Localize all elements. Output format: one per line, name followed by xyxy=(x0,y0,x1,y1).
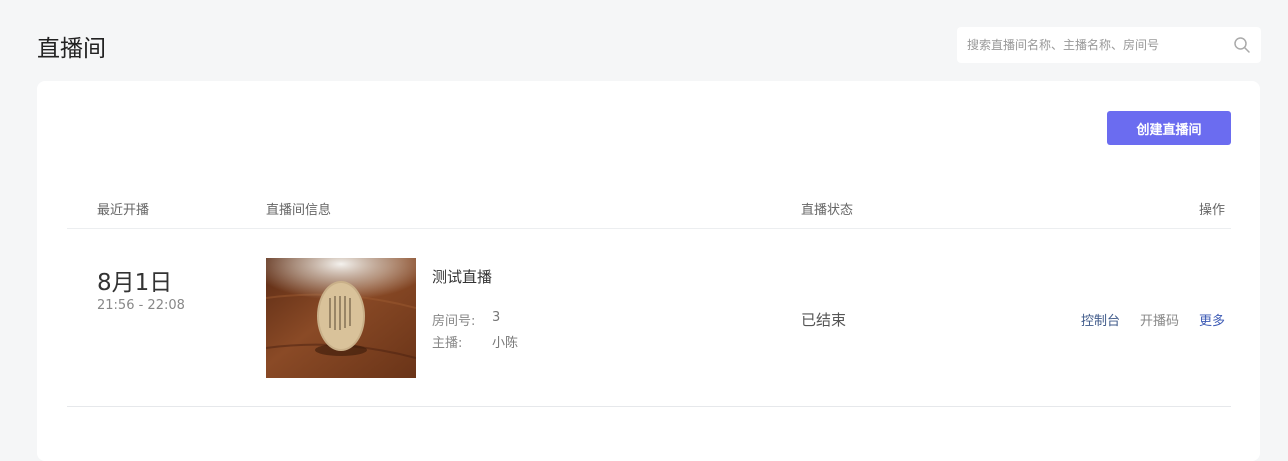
create-room-button[interactable]: 创建直播间 xyxy=(1107,111,1231,145)
room-number-field: 房间号: 3 xyxy=(432,310,500,329)
status-text: 已结束 xyxy=(801,311,847,329)
table-row: 8月1日 21:56 - 22:08 测试直播 房间号: 3 主播: 小陈 已结… xyxy=(67,229,1231,407)
page-title: 直播间 xyxy=(37,36,106,62)
stream-code-link[interactable]: 开播码 xyxy=(1140,310,1179,329)
host-field: 主播: 小陈 xyxy=(432,332,518,351)
room-thumbnail xyxy=(266,258,416,378)
room-name: 测试直播 xyxy=(432,268,493,286)
search-input[interactable] xyxy=(967,27,1227,63)
room-number-label: 房间号: xyxy=(432,314,476,329)
table-header: 最近开播 直播间信息 直播状态 操作 xyxy=(67,187,1231,229)
row-date: 8月1日 xyxy=(97,270,173,296)
host-label: 主播: xyxy=(432,336,463,351)
room-number-value: 3 xyxy=(492,310,501,325)
more-link[interactable]: 更多 xyxy=(1199,310,1225,329)
search-box[interactable] xyxy=(957,27,1261,63)
row-actions: 控制台 开播码 更多 xyxy=(1081,310,1225,329)
column-header-recent: 最近开播 xyxy=(97,203,150,218)
content-card: 创建直播间 最近开播 直播间信息 直播状态 操作 8月1日 21:56 - 22… xyxy=(37,81,1260,461)
search-icon[interactable] xyxy=(1233,36,1251,54)
column-header-actions: 操作 xyxy=(1198,203,1225,218)
console-link[interactable]: 控制台 xyxy=(1081,310,1120,329)
column-header-info: 直播间信息 xyxy=(266,203,332,218)
column-header-status: 直播状态 xyxy=(801,203,854,218)
row-time-range: 21:56 - 22:08 xyxy=(97,298,185,313)
host-value: 小陈 xyxy=(492,336,519,351)
